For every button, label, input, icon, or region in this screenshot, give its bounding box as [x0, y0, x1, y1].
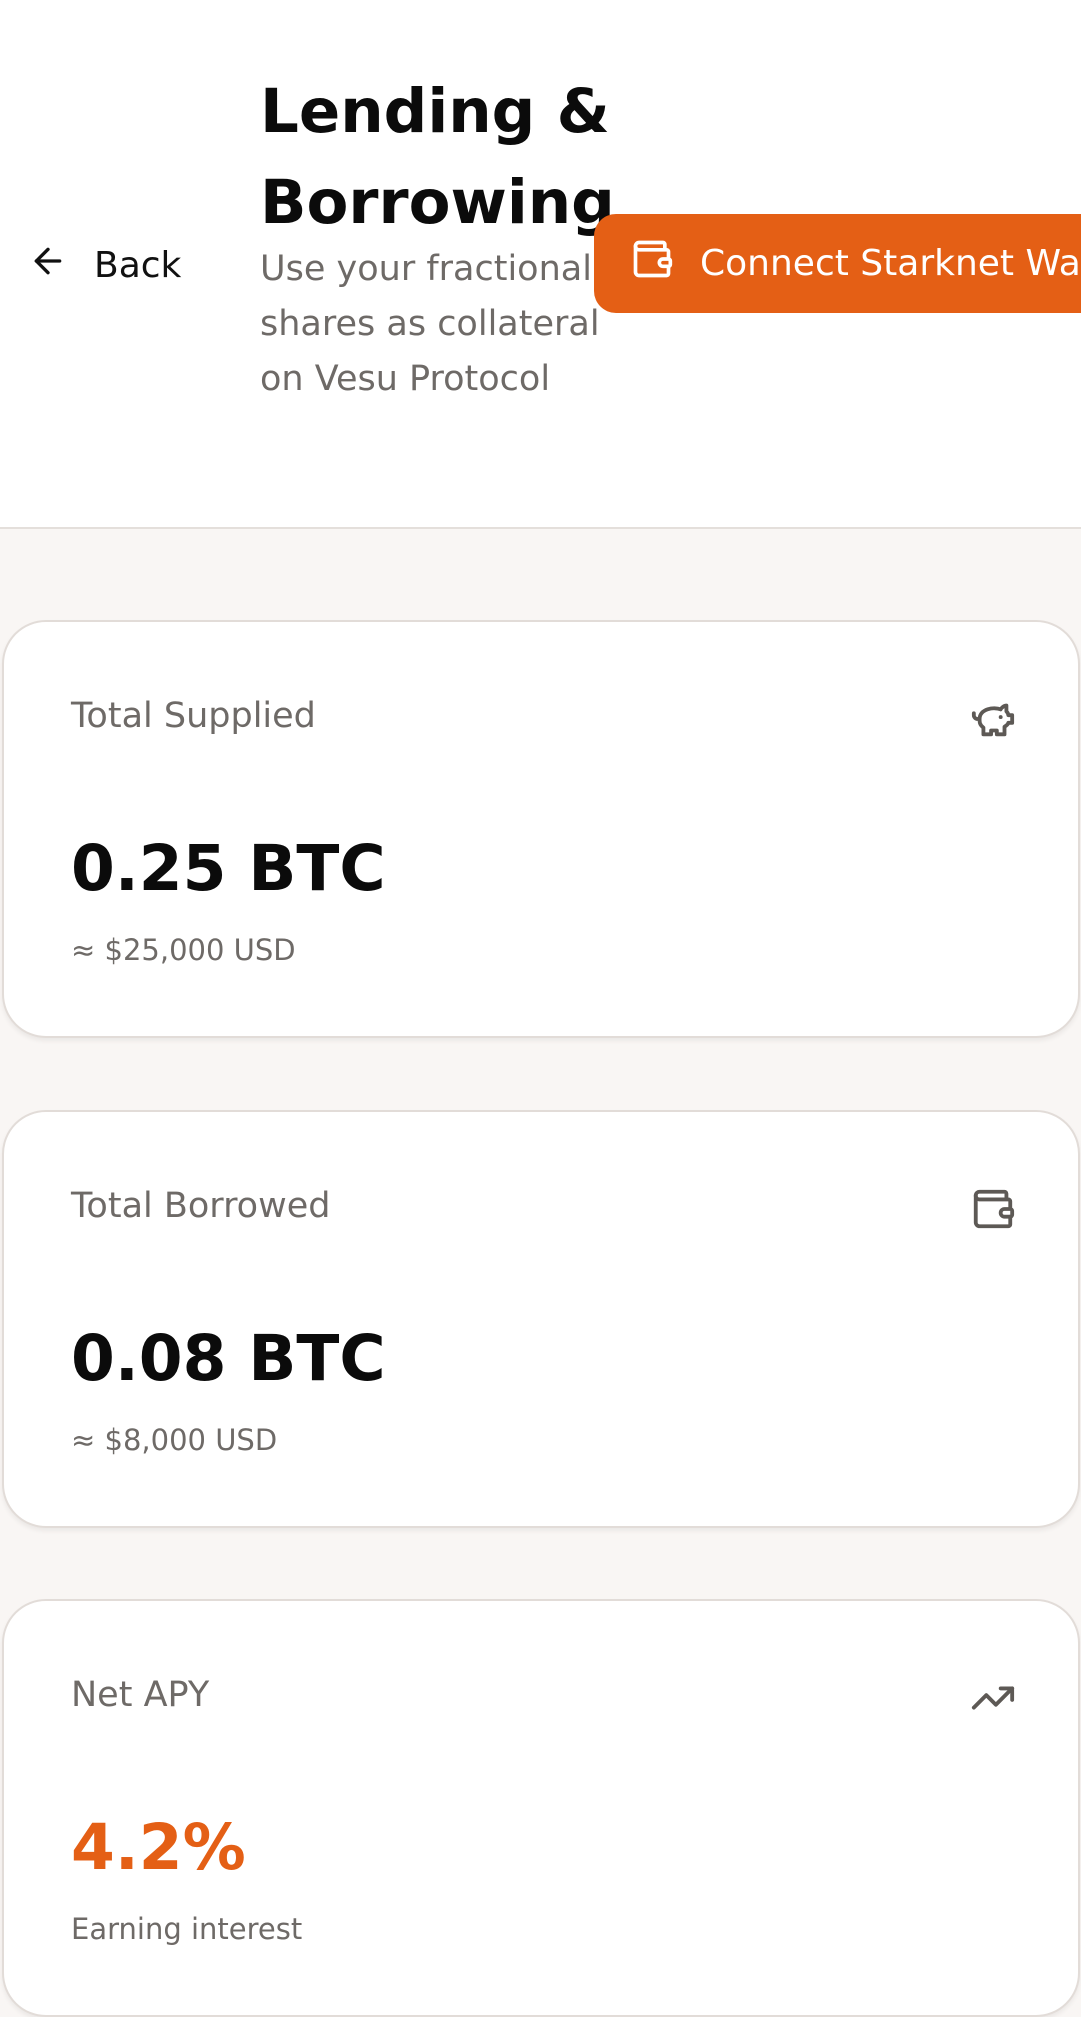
wallet-icon [970, 1186, 1016, 1232]
supplied-usd: ≈ $25,000 USD [71, 933, 296, 967]
net-apy-status: Earning interest [71, 1912, 303, 1946]
page-subtitle: Use your fractional shares as collateral… [260, 249, 600, 399]
card-label: Total Borrowed [71, 1186, 331, 1226]
page-header: Back Lending & Borrowing Use your fracti… [0, 0, 1081, 529]
wallet-icon [630, 237, 674, 290]
card-label: Total Supplied [71, 696, 316, 736]
connect-wallet-button[interactable]: Connect Starknet Wallet [594, 214, 1081, 313]
arrow-left-icon [28, 241, 68, 290]
back-button[interactable]: Back [28, 238, 181, 292]
piggy-bank-icon [970, 696, 1016, 742]
supplied-value: 0.25 BTC [71, 832, 386, 905]
total-borrowed-card: Total Borrowed 0.08 BTC ≈ $8,000 USD [2, 1110, 1080, 1528]
borrowed-value: 0.08 BTC [71, 1322, 386, 1395]
borrowed-usd: ≈ $8,000 USD [71, 1423, 278, 1457]
card-label: Net APY [71, 1675, 210, 1715]
back-label: Back [94, 244, 182, 286]
net-apy-card: Net APY 4.2% Earning interest [2, 1599, 1080, 2017]
total-supplied-card: Total Supplied 0.25 BTC ≈ $25,000 USD [2, 620, 1080, 1038]
connect-wallet-label: Connect Starknet Wallet [700, 243, 1081, 284]
trending-up-icon [970, 1675, 1016, 1721]
page-title: Lending & Borrowing [260, 76, 615, 238]
net-apy-value: 4.2% [71, 1811, 246, 1884]
